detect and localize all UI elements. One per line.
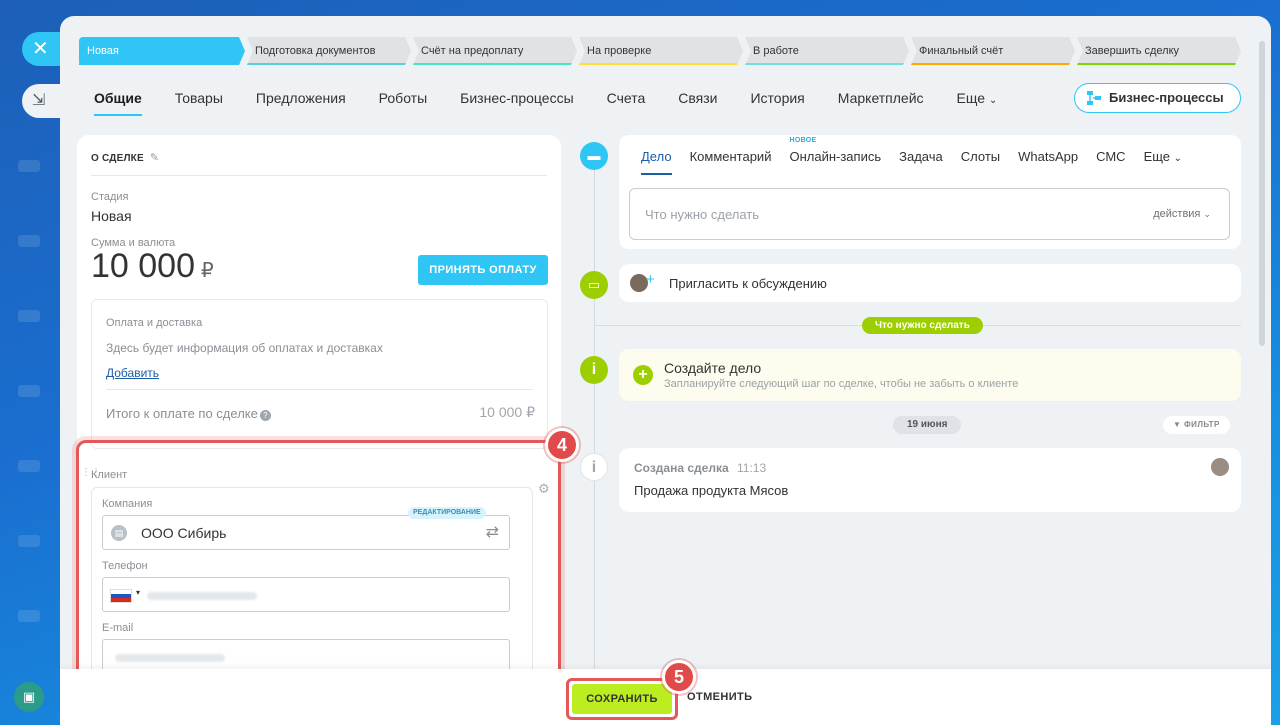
todo-pill: Что нужно сделать [862, 317, 983, 334]
filter-icon: ▼ [1173, 420, 1182, 429]
tab-business-processes[interactable]: Бизнес-процессы [460, 90, 573, 120]
total-value: 10 000 ₽ [479, 404, 535, 420]
tab-general[interactable]: Общие [94, 90, 142, 120]
stage-value[interactable]: Новая [91, 208, 132, 224]
tab-slots[interactable]: Слоты [961, 149, 1000, 164]
payment-delivery-block: Оплата и доставка Здесь будет информация… [91, 299, 548, 449]
create-activity-card[interactable]: + Создайте дело Запланируйте следующий ш… [619, 349, 1241, 401]
section-title: О СДЕЛКЕ ✎ [91, 152, 160, 164]
scrollbar[interactable] [1259, 41, 1265, 346]
tab-activity[interactable]: Дело [641, 149, 672, 175]
payment-title: Оплата и доставка [106, 317, 203, 329]
stage-item[interactable]: В работе [745, 37, 909, 65]
tab-history[interactable]: История [750, 90, 804, 120]
rail-bottom-icon[interactable]: ▣ [14, 682, 44, 712]
deal-created-event: Создана сделка 11:13 Продажа продукта Мя… [619, 448, 1241, 512]
client-highlight-frame [76, 440, 561, 685]
date-pill: 19 июня [893, 416, 962, 434]
rail-item [18, 385, 40, 397]
tab-online-booking[interactable]: НОВОЕ Онлайн-запись [789, 137, 881, 164]
create-title: Создайте дело [664, 360, 762, 376]
actions-dropdown[interactable]: действия ⌄ [1153, 208, 1211, 220]
save-highlight-frame: СОХРАНИТЬ [566, 678, 678, 720]
tab-invoices[interactable]: Счета [607, 90, 646, 120]
step-badge-5: 5 [662, 660, 696, 694]
rail-item [18, 610, 40, 622]
accept-payment-button[interactable]: ПРИНЯТЬ ОПЛАТУ [418, 255, 548, 285]
cancel-button[interactable]: ОТМЕНИТЬ [687, 691, 752, 703]
save-button[interactable]: СОХРАНИТЬ [572, 684, 672, 714]
new-badge: НОВОЕ [789, 137, 817, 144]
tab-more[interactable]: Еще ⌄ [957, 90, 998, 120]
stage-item[interactable]: Счёт на предоплату [413, 37, 577, 65]
chevron-down-icon: ⌄ [988, 95, 998, 106]
rail-item [18, 235, 40, 247]
total-label: Итого к оплате по сделке? [106, 406, 271, 421]
step-badge-4: 4 [545, 428, 579, 462]
filter-button[interactable]: ▼ ФИЛЬТР [1163, 416, 1230, 434]
todo-input[interactable]: Что нужно сделать действия ⌄ [629, 188, 1230, 240]
todo-placeholder: Что нужно сделать [645, 207, 759, 222]
event-time: 11:13 [737, 461, 767, 475]
close-icon: ✕ [32, 38, 49, 60]
stage-item[interactable]: Новая [79, 37, 245, 65]
tab-products[interactable]: Товары [175, 90, 223, 120]
chevron-down-icon: ⌄ [1173, 153, 1183, 164]
tab-more-activity[interactable]: Еще ⌄ [1144, 149, 1182, 164]
discussion-icon: ▭ [580, 271, 608, 299]
add-payment-link[interactable]: Добавить [106, 366, 159, 380]
activity-editor: Дело Комментарий НОВОЕ Онлайн-запись Зада… [619, 135, 1241, 249]
stage-item[interactable]: Финальный счёт [911, 37, 1075, 65]
close-slider-button[interactable]: ✕ [22, 32, 64, 66]
activity-tabs: Дело Комментарий НОВОЕ Онлайн-запись Зада… [641, 137, 1200, 175]
help-icon[interactable]: ? [259, 410, 271, 421]
tab-comment[interactable]: Комментарий [690, 149, 772, 164]
tab-whatsapp[interactable]: WhatsApp [1018, 149, 1078, 164]
event-text: Продажа продукта Мясов [634, 483, 789, 498]
chevron-down-icon: ⌄ [1203, 209, 1211, 219]
stage-item[interactable]: Подготовка документов [247, 37, 411, 65]
deal-amount[interactable]: 10 000 ₽ [91, 247, 214, 286]
pencil-icon[interactable]: ✎ [150, 152, 159, 164]
add-icon[interactable]: + [633, 365, 653, 385]
timeline-line [594, 155, 595, 695]
info-icon: i [580, 453, 608, 481]
tab-relations[interactable]: Связи [678, 90, 717, 120]
stage-label: Стадия [91, 191, 129, 203]
rail-item [18, 310, 40, 322]
invite-card[interactable]: + Пригласить к обсуждению [619, 264, 1241, 302]
tab-quotes[interactable]: Предложения [256, 90, 346, 120]
business-process-icon [1087, 91, 1101, 105]
tab-robots[interactable]: Роботы [379, 90, 427, 120]
stage-item[interactable]: На проверке [579, 37, 743, 65]
tab-marketplace[interactable]: Маркетплейс [838, 90, 924, 120]
rail-item [18, 460, 40, 472]
info-icon: i [580, 356, 608, 384]
minimize-slider-button[interactable]: ⇲ [22, 84, 62, 118]
invite-label: Пригласить к обсуждению [669, 276, 827, 291]
rail-item [18, 160, 40, 172]
payment-hint: Здесь будет информация об оплатах и дост… [106, 341, 383, 355]
left-rail: ✕ ⇲ ▣ [0, 0, 64, 725]
deal-panel: Новая Подготовка документов Счёт на пред… [60, 16, 1271, 725]
business-processes-button[interactable]: Бизнес-процессы [1074, 83, 1241, 113]
stage-item[interactable]: Завершить сделку [1077, 37, 1241, 65]
plus-icon: + [646, 271, 655, 288]
create-hint: Запланируйте следующий шаг по сделке, чт… [664, 378, 1019, 390]
tab-sms[interactable]: СМС [1096, 149, 1125, 164]
deal-tabs: Общие Товары Предложения Роботы Бизнес-п… [94, 90, 1030, 120]
minimize-icon: ⇲ [32, 92, 46, 109]
avatar [1211, 458, 1229, 476]
rail-item [18, 535, 40, 547]
chat-icon: ▬ [580, 142, 608, 170]
stage-bar: Новая Подготовка документов Счёт на пред… [79, 37, 1243, 65]
event-title: Создана сделка [634, 461, 729, 475]
tab-task[interactable]: Задача [899, 149, 943, 164]
